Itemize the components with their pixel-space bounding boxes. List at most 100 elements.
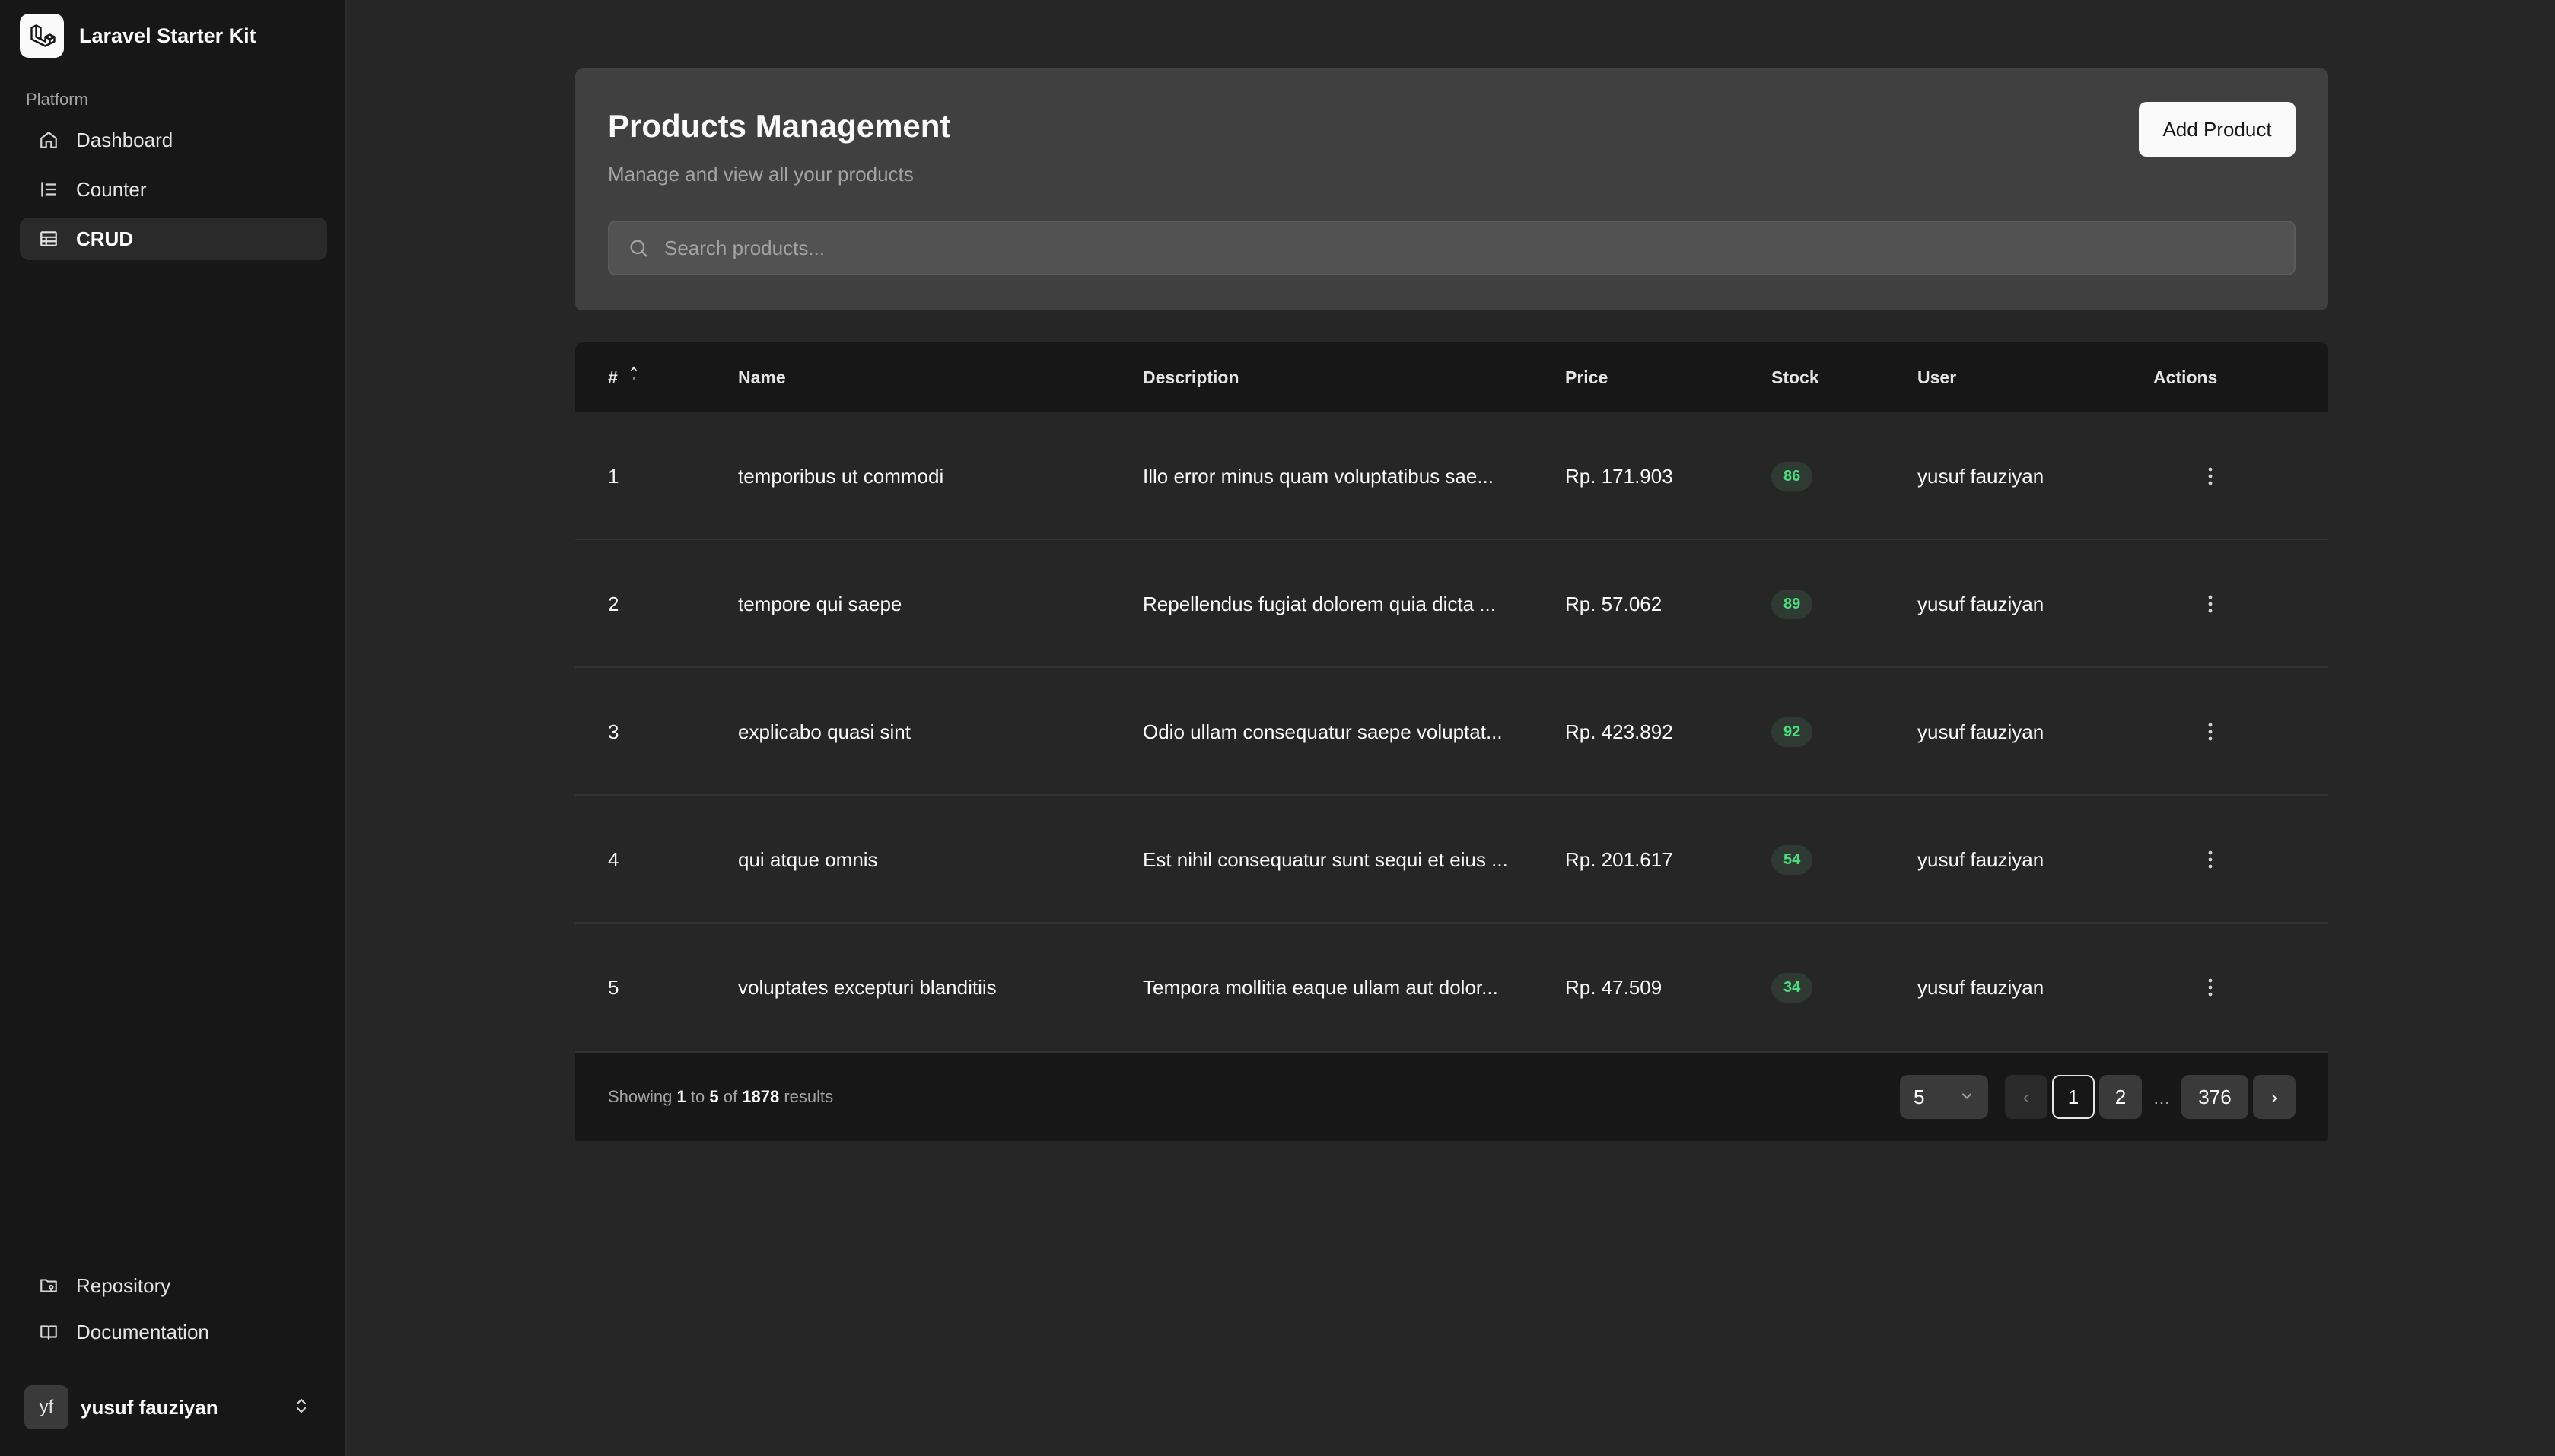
next-page-button[interactable]: › (2253, 1075, 2296, 1119)
table-row: 4 qui atque omnis Est nihil consequatur … (575, 796, 2328, 924)
cell-description: Est nihil consequatur sunt sequi et eius… (1143, 847, 1508, 871)
cell-description: Illo error minus quam voluptatibus sae..… (1143, 464, 1494, 488)
more-vertical-icon[interactable] (2199, 589, 2222, 619)
cell-actions (2199, 540, 2222, 668)
cell-price: Rp. 57.062 (1565, 592, 1662, 615)
prev-page-button[interactable]: ‹ (2005, 1075, 2048, 1119)
sidebar-item-label: Documentation (76, 1320, 209, 1343)
table-footer: Showing 1 to 5 of 1878 results 5 ‹ 1 2 .… (575, 1051, 2328, 1141)
sidebar-item-label: CRUD (76, 227, 134, 250)
cell-number: 3 (608, 720, 619, 743)
more-vertical-icon[interactable] (2199, 844, 2222, 875)
cell-number: 1 (608, 464, 619, 488)
cell-price: Rp. 201.617 (1565, 847, 1673, 871)
column-header-price: Price (1565, 367, 1608, 387)
avatar: yf (24, 1385, 68, 1429)
home-icon (38, 129, 59, 151)
search-input[interactable] (663, 235, 2264, 261)
search-icon (626, 236, 651, 260)
column-header-description: Description (1143, 367, 1239, 387)
cell-description: Repellendus fugiat dolorem quia dicta ..… (1143, 592, 1496, 615)
column-header-actions: Actions (2153, 367, 2218, 387)
cell-number: 4 (608, 847, 619, 871)
more-vertical-icon[interactable] (2199, 717, 2222, 747)
total-count: 1878 (742, 1087, 780, 1106)
per-page-value: 5 (1914, 1085, 1925, 1108)
cell-user: yusuf fauziyan (1917, 592, 2044, 615)
cell-name: qui atque omnis (738, 847, 878, 871)
products-table: # Name Description Price Stock User Acti… (575, 342, 2328, 1144)
cell-stock: 89 (1771, 540, 1813, 668)
more-vertical-icon[interactable] (2199, 972, 2222, 1003)
cell-number: 2 (608, 592, 619, 615)
table-row: 5 voluptates excepturi blanditiis Tempor… (575, 924, 2328, 1051)
cell-number: 5 (608, 975, 619, 999)
main-content: Products Management Manage and view all … (347, 0, 2555, 1456)
column-header-name: Name (738, 367, 786, 387)
book-icon (38, 1321, 59, 1343)
sidebar-item-label: Dashboard (76, 128, 173, 151)
column-header-user: User (1917, 367, 1957, 387)
pagination: 5 ‹ 1 2 ... 376 › (1900, 1075, 2296, 1119)
cell-user: yusuf fauziyan (1917, 720, 2044, 743)
cell-name: temporibus ut commodi (738, 464, 944, 488)
search-box[interactable] (608, 221, 2296, 275)
page-button-last[interactable]: 376 (2181, 1075, 2248, 1119)
sidebar-item-counter[interactable]: Counter (20, 168, 327, 211)
cell-name: voluptates excepturi blanditiis (738, 975, 997, 999)
list-icon (38, 179, 59, 200)
cell-description: Tempora mollitia eaque ullam aut dolor..… (1143, 975, 1498, 999)
of-label: of (723, 1087, 738, 1106)
cell-name: tempore qui saepe (738, 592, 902, 615)
sidebar-item-dashboard[interactable]: Dashboard (20, 119, 327, 161)
sidebar-item-documentation[interactable]: Documentation (20, 1311, 327, 1353)
table-row: 2 tempore qui saepe Repellendus fugiat d… (575, 540, 2328, 668)
page-button-1[interactable]: 1 (2052, 1075, 2095, 1119)
more-vertical-icon[interactable] (2199, 461, 2222, 491)
cell-name: explicabo quasi sint (738, 720, 911, 743)
header-card: Products Management Manage and view all … (575, 68, 2328, 310)
stock-badge: 89 (1771, 589, 1813, 619)
range-from: 1 (676, 1087, 686, 1106)
cell-user: yusuf fauziyan (1917, 975, 2044, 999)
add-product-button[interactable]: Add Product (2139, 102, 2296, 157)
cell-description: Odio ullam consequatur saepe voluptat... (1143, 720, 1503, 743)
per-page-select[interactable]: 5 (1900, 1075, 1988, 1119)
table-header: # Name Description Price Stock User Acti… (575, 342, 2328, 412)
page-button-2[interactable]: 2 (2099, 1075, 2142, 1119)
showing-label: Showing (608, 1087, 673, 1106)
cell-price: Rp. 171.903 (1565, 464, 1673, 488)
chevron-down-icon (1959, 1086, 1974, 1109)
results-label: results (784, 1087, 834, 1106)
chevrons-up-down-icon (292, 1397, 310, 1419)
stock-badge: 54 (1771, 844, 1813, 875)
sidebar-item-repository[interactable]: Repository (20, 1264, 327, 1307)
results-summary: Showing 1 to 5 of 1878 results (608, 1053, 833, 1141)
sidebar-item-label: Repository (76, 1273, 171, 1297)
sidebar-item-label: Counter (76, 177, 147, 201)
user-name: yusuf fauziyan (81, 1395, 218, 1419)
cell-actions (2199, 924, 2222, 1051)
column-header-number[interactable]: # (608, 342, 639, 412)
to-label: to (690, 1087, 705, 1106)
cell-stock: 92 (1771, 668, 1813, 796)
table-icon (38, 228, 59, 250)
brand[interactable]: Laravel Starter Kit (20, 14, 256, 58)
cell-actions (2199, 412, 2222, 540)
cell-stock: 86 (1771, 412, 1813, 540)
stock-badge: 34 (1771, 972, 1813, 1003)
laravel-logo-icon (20, 14, 64, 58)
cell-user: yusuf fauziyan (1917, 847, 2044, 871)
sidebar: Laravel Starter Kit Platform Dashboard C… (0, 0, 347, 1456)
sidebar-footer-nav: Repository Documentation (20, 1264, 327, 1357)
user-menu[interactable]: yf yusuf fauziyan (20, 1383, 327, 1432)
pagination-ellipsis: ... (2153, 1085, 2170, 1108)
sidebar-item-crud[interactable]: CRUD (20, 218, 327, 260)
stock-badge: 92 (1771, 717, 1813, 747)
cell-price: Rp. 47.509 (1565, 975, 1662, 999)
cell-stock: 54 (1771, 796, 1813, 924)
cell-price: Rp. 423.892 (1565, 720, 1673, 743)
sidebar-nav: Dashboard Counter CRUD (20, 119, 327, 267)
table-row: 1 temporibus ut commodi Illo error minus… (575, 412, 2328, 540)
column-header-label: # (608, 367, 618, 387)
